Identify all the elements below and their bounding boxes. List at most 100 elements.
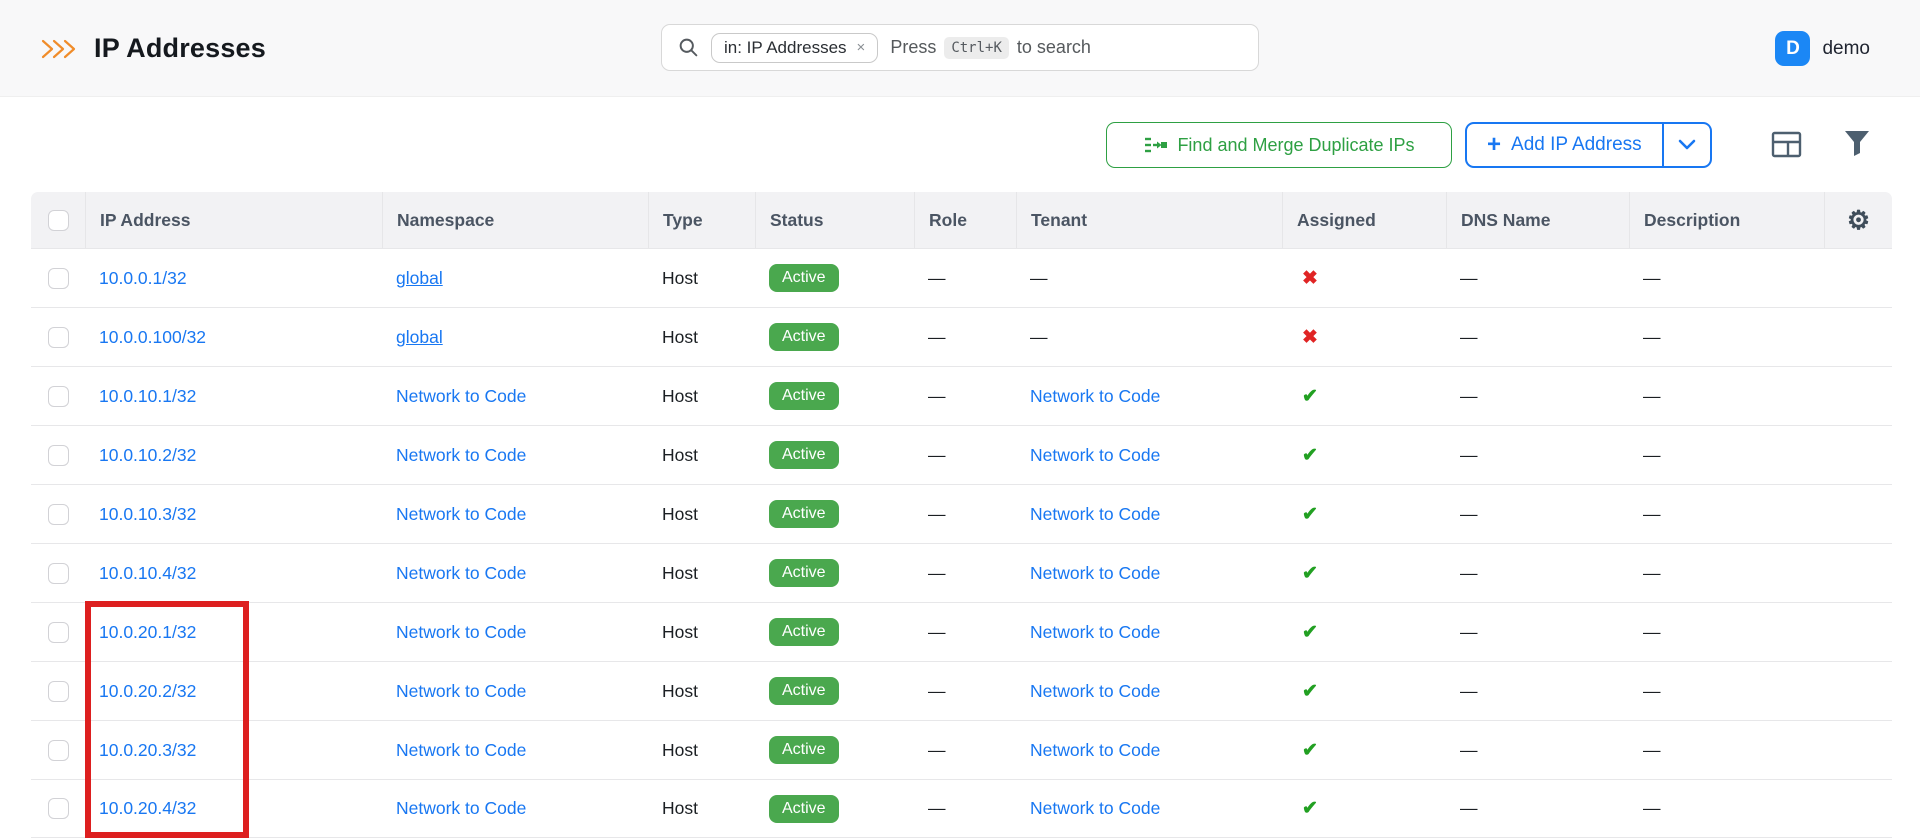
namespace-link[interactable]: Network to Code	[396, 740, 526, 760]
chip-close-icon[interactable]: ×	[857, 39, 866, 56]
ip-address-link[interactable]: 10.0.0.100/32	[99, 327, 206, 347]
ip-address-link[interactable]: 10.0.0.1/32	[99, 268, 187, 288]
status-badge[interactable]: Active	[769, 323, 839, 351]
row-checkbox[interactable]	[48, 327, 69, 348]
status-badge[interactable]: Active	[769, 795, 839, 823]
status-cell: Active	[755, 795, 914, 823]
select-all-checkbox[interactable]	[48, 210, 69, 231]
namespace-link[interactable]: Network to Code	[396, 681, 526, 701]
user-menu[interactable]: D demo	[1775, 0, 1870, 97]
status-badge[interactable]: Active	[769, 264, 839, 292]
column-header-tenant[interactable]: Tenant	[1016, 192, 1282, 248]
description-cell: —	[1629, 563, 1824, 584]
status-badge[interactable]: Active	[769, 441, 839, 469]
dns-cell: —	[1446, 681, 1629, 702]
avatar[interactable]: D	[1775, 31, 1810, 66]
ip-address-link[interactable]: 10.0.10.2/32	[99, 445, 196, 465]
row-checkbox[interactable]	[48, 504, 69, 525]
row-checkbox[interactable]	[48, 622, 69, 643]
assigned-check-icon: ✔	[1296, 681, 1318, 702]
tenant-link[interactable]: Network to Code	[1030, 740, 1160, 760]
column-header-description[interactable]: Description	[1629, 192, 1824, 248]
namespace-link[interactable]: Network to Code	[396, 563, 526, 583]
column-header-status[interactable]: Status	[755, 192, 914, 248]
namespace-cell: Network to Code	[382, 740, 648, 761]
type-value: Host	[662, 386, 698, 406]
tenant-cell: —	[1016, 268, 1282, 289]
row-checkbox[interactable]	[48, 268, 69, 289]
tenant-link[interactable]: Network to Code	[1030, 504, 1160, 524]
assigned-check-icon: ✔	[1296, 740, 1318, 761]
ip-address-link[interactable]: 10.0.10.4/32	[99, 563, 196, 583]
gear-icon[interactable]: ⚙	[1847, 207, 1870, 233]
find-merge-duplicates-button[interactable]: Find and Merge Duplicate IPs	[1106, 122, 1452, 168]
filter-button[interactable]	[1844, 130, 1870, 161]
namespace-link[interactable]: Network to Code	[396, 798, 526, 818]
namespace-link[interactable]: global	[396, 268, 443, 288]
namespace-link[interactable]: Network to Code	[396, 445, 526, 465]
role-value: —	[928, 622, 946, 642]
column-header-namespace[interactable]: Namespace	[382, 192, 648, 248]
search-scope-chip[interactable]: in: IP Addresses ×	[711, 33, 878, 63]
namespace-cell: Network to Code	[382, 445, 648, 466]
ip-address-link[interactable]: 10.0.20.1/32	[99, 622, 196, 642]
add-ip-dropdown-toggle[interactable]	[1664, 124, 1710, 166]
ip-address-link[interactable]: 10.0.20.4/32	[99, 798, 196, 818]
table-body: 10.0.0.1/32globalHostActive——✖——10.0.0.1…	[31, 248, 1892, 838]
status-badge[interactable]: Active	[769, 382, 839, 410]
tenant-link[interactable]: Network to Code	[1030, 798, 1160, 818]
ip-address-link[interactable]: 10.0.20.3/32	[99, 740, 196, 760]
ip-cell: 10.0.10.2/32	[85, 445, 382, 466]
description-value: —	[1643, 445, 1661, 465]
description-value: —	[1643, 740, 1661, 760]
ctrl-k-kbd: Ctrl+K	[944, 37, 1009, 59]
row-checkbox[interactable]	[48, 445, 69, 466]
tenant-link[interactable]: Network to Code	[1030, 622, 1160, 642]
type-value: Host	[662, 740, 698, 760]
row-checkbox[interactable]	[48, 740, 69, 761]
row-checkbox[interactable]	[48, 563, 69, 584]
dns-cell: —	[1446, 386, 1629, 407]
status-badge[interactable]: Active	[769, 736, 839, 764]
table-view-config-button[interactable]	[1771, 131, 1802, 161]
tenant-link[interactable]: Network to Code	[1030, 445, 1160, 465]
page: IP Addresses in: IP Addresses × Press Ct…	[0, 0, 1920, 839]
role-cell: —	[914, 563, 1016, 584]
tenant-link[interactable]: Network to Code	[1030, 681, 1160, 701]
status-badge[interactable]: Active	[769, 677, 839, 705]
status-badge[interactable]: Active	[769, 500, 839, 528]
column-header-role[interactable]: Role	[914, 192, 1016, 248]
row-checkbox[interactable]	[48, 681, 69, 702]
role-cell: —	[914, 504, 1016, 525]
assigned-cell: ✔	[1282, 797, 1446, 820]
ip-address-link[interactable]: 10.0.20.2/32	[99, 681, 196, 701]
add-ip-address-button[interactable]: + Add IP Address	[1467, 124, 1664, 166]
row-select-cell	[31, 268, 85, 289]
tenant-cell: Network to Code	[1016, 386, 1282, 407]
namespace-link[interactable]: global	[396, 327, 443, 347]
global-search-input[interactable]: in: IP Addresses × Press Ctrl+K to searc…	[661, 24, 1259, 71]
row-checkbox[interactable]	[48, 386, 69, 407]
ip-address-link[interactable]: 10.0.10.3/32	[99, 504, 196, 524]
tenant-value: —	[1030, 268, 1048, 288]
type-value: Host	[662, 563, 698, 583]
column-header-type[interactable]: Type	[648, 192, 755, 248]
breadcrumb-chevrons-icon	[40, 37, 78, 61]
table-layout-icon	[1771, 131, 1802, 158]
assigned-check-icon: ✔	[1296, 445, 1318, 466]
ip-address-link[interactable]: 10.0.10.1/32	[99, 386, 196, 406]
column-header-ip[interactable]: IP Address	[85, 192, 382, 248]
status-badge[interactable]: Active	[769, 559, 839, 587]
tenant-link[interactable]: Network to Code	[1030, 386, 1160, 406]
namespace-link[interactable]: Network to Code	[396, 504, 526, 524]
column-header-dns[interactable]: DNS Name	[1446, 192, 1629, 248]
dns-value: —	[1460, 681, 1478, 701]
column-header-assigned[interactable]: Assigned	[1282, 192, 1446, 248]
ip-cell: 10.0.20.4/32	[85, 798, 382, 819]
tenant-link[interactable]: Network to Code	[1030, 563, 1160, 583]
namespace-link[interactable]: Network to Code	[396, 386, 526, 406]
namespace-cell: Network to Code	[382, 504, 648, 525]
row-checkbox[interactable]	[48, 798, 69, 819]
namespace-link[interactable]: Network to Code	[396, 622, 526, 642]
status-badge[interactable]: Active	[769, 618, 839, 646]
